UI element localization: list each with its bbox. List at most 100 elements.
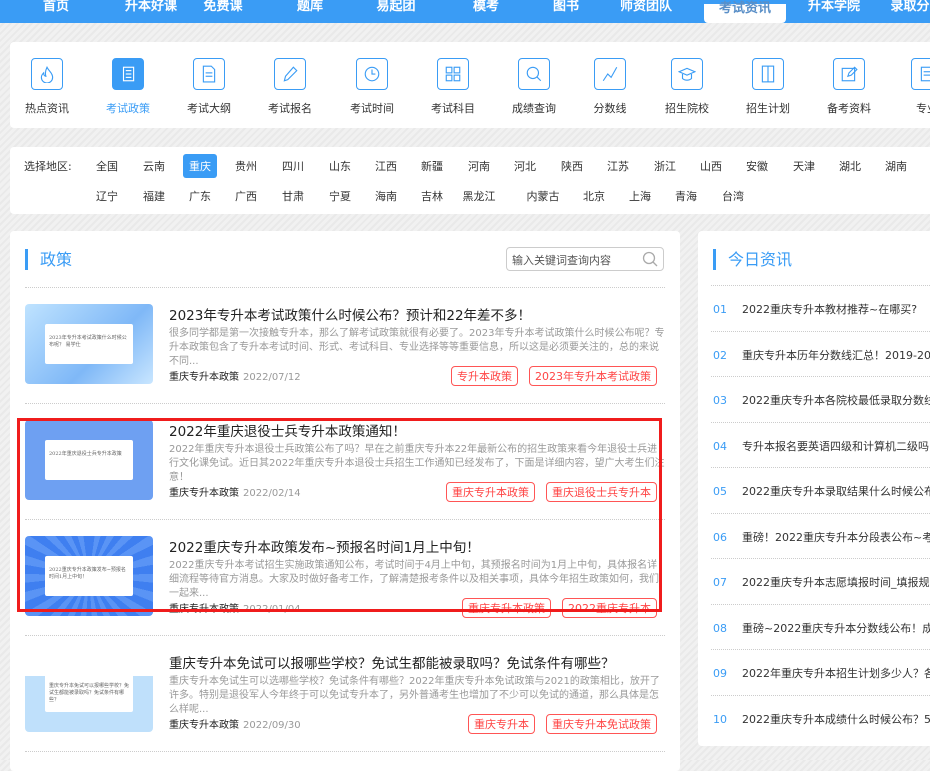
article-thumbnail[interactable]: 2022年重庆退役士兵专升本政策 [25,420,153,500]
article-item[interactable]: 2022年重庆退役士兵专升本政策 2022年重庆退役士兵专升本政策通知！ 2022年… [25,420,665,502]
tag-link[interactable]: 2023年专升本考试政策 [529,366,657,386]
region-option[interactable]: 湖北 [833,154,867,178]
region-option[interactable]: 内蒙古 [521,184,566,208]
region-option[interactable]: 贵州 [229,154,263,178]
region-option[interactable]: 广东 [183,184,217,208]
nav-item[interactable]: 题库 [297,0,323,23]
article-thumbnail[interactable]: 2023年专升本考试政策什么时候公布呢？ 易学仕 [25,304,153,384]
article-category[interactable]: 重庆专升本政策 [169,488,239,499]
region-option[interactable]: 天津 [787,154,821,178]
tag-link[interactable]: 重庆专升本 [468,714,535,734]
region-option[interactable]: 河北 [508,154,542,178]
news-item[interactable]: 02 重庆专升本历年分数线汇总！2019-20 [713,347,930,363]
category-clock[interactable]: 考试时间 [342,58,402,116]
nav-item[interactable]: 图书 [553,0,579,23]
region-option[interactable]: 辽宁 [90,184,124,208]
news-title[interactable]: 2022重庆专升本教材推荐~在哪买? [742,303,917,316]
region-option[interactable]: 江西 [369,154,403,178]
nav-item[interactable]: 模考 [473,0,499,23]
news-title[interactable]: 专升本报名要英语四级和计算机二级吗 [742,440,929,453]
article-item[interactable]: 重庆专升本免试可以报哪些学校？免试生都能被录取吗？免试条件有哪些？ 重庆专升本免试… [25,652,665,734]
news-title[interactable]: 2022年重庆专升本招生计划多少人？各 [742,667,930,680]
region-option[interactable]: 台湾 [716,184,750,208]
nav-item[interactable]: 首页 [43,0,69,23]
nav-item[interactable]: 升本好课 [125,0,177,23]
region-option[interactable]: 宁夏 [323,184,357,208]
region-option[interactable]: 上海 [623,184,657,208]
region-option[interactable]: 山西 [694,154,728,178]
region-option[interactable]: 新疆 [415,154,449,178]
region-option[interactable]: 甘肃 [276,184,310,208]
article-title[interactable]: 2023年专升本考试政策什么时候公布？预计和22年差不多！ [169,304,531,324]
region-option[interactable]: 山东 [323,154,357,178]
news-item[interactable]: 08 重磅~2022重庆专升本分数线公布！成 [713,620,930,636]
region-option[interactable]: 海南 [369,184,403,208]
news-item[interactable]: 05 2022重庆专升本录取结果什么时候公布 [713,483,930,499]
category-fire[interactable]: 热点资讯 [17,58,77,116]
search-icon[interactable] [642,251,658,267]
news-item[interactable]: 06 重磅！2022重庆专升本分段表公布~考 [713,529,930,545]
news-title[interactable]: 重磅！2022重庆专升本分段表公布~考 [742,531,930,544]
category-newspaper[interactable]: 考试政策 [98,58,158,116]
news-item[interactable]: 10 2022重庆专升本成绩什么时候公布？5 [713,711,930,727]
category-edit[interactable]: 备考资料 [819,58,879,116]
region-option[interactable]: 重庆 [183,154,217,178]
category-search[interactable]: 成绩查询 [504,58,564,116]
news-item[interactable]: 07 2022重庆专升本志愿填报时间_填报规 [713,574,930,590]
tag-link[interactable]: 专升本政策 [451,366,518,386]
region-option[interactable]: 广西 [229,184,263,208]
tag-link[interactable]: 重庆专升本免试政策 [546,714,657,734]
article-thumbnail[interactable]: 2022重庆专升本政策发布~预报名时间1月上中旬！ [25,536,153,616]
region-option[interactable]: 浙江 [648,154,682,178]
nav-item[interactable]: 易起团 [376,0,415,23]
news-item[interactable]: 04 专升本报名要英语四级和计算机二级吗 [713,438,930,454]
tag-link[interactable]: 重庆专升本政策 [446,482,535,502]
region-option[interactable]: 安徽 [740,154,774,178]
region-option[interactable]: 陕西 [555,154,589,178]
article-category[interactable]: 重庆专升本政策 [169,720,239,731]
news-title[interactable]: 2022重庆专升本录取结果什么时候公布 [742,485,930,498]
article-category[interactable]: 重庆专升本政策 [169,372,239,383]
region-option[interactable]: 黑龙江 [457,184,502,208]
nav-item[interactable]: 师资团队 [620,0,672,23]
region-option[interactable]: 云南 [137,154,171,178]
category-book[interactable]: 招生计划 [738,58,798,116]
nav-item[interactable]: 录取分 [890,0,929,23]
nav-item[interactable]: 考试资讯 [704,2,786,23]
search-input[interactable]: 输入关键词查询内容 [506,247,664,271]
nav-item[interactable]: 升本学院 [808,0,860,23]
article-thumbnail[interactable]: 重庆专升本免试可以报哪些学校？免试生都能被录取吗？免试条件有哪些？ [25,652,153,732]
news-title[interactable]: 重磅~2022重庆专升本分数线公布！成 [742,622,930,635]
article-title[interactable]: 2022重庆专升本政策发布~预报名时间1月上中旬！ [169,536,480,556]
article-category[interactable]: 重庆专升本政策 [169,604,239,615]
region-option[interactable]: 全国 [90,154,124,178]
region-option[interactable]: 湖南 [879,154,913,178]
category-document[interactable]: 考试大纲 [179,58,239,116]
news-title[interactable]: 2022重庆专升本志愿填报时间_填报规 [742,576,930,589]
region-option[interactable]: 吉林 [415,184,449,208]
region-option[interactable]: 河南 [462,154,496,178]
category-graduation-cap[interactable]: 招生院校 [657,58,717,116]
tag-link[interactable]: 2022重庆专升本 [562,598,657,618]
category-pencil[interactable]: 考试报名 [260,58,320,116]
region-option[interactable]: 福建 [137,184,171,208]
news-title[interactable]: 重庆专升本历年分数线汇总！2019-20 [742,349,930,362]
region-option[interactable]: 江苏 [601,154,635,178]
news-item[interactable]: 03 2022重庆专升本各院校最低录取分数线 [713,392,930,408]
news-title[interactable]: 2022重庆专升本成绩什么时候公布？5 [742,713,930,726]
news-title[interactable]: 2022重庆专升本各院校最低录取分数线 [742,394,930,407]
article-item[interactable]: 2022重庆专升本政策发布~预报名时间1月上中旬！ 2022重庆专升本政策发布~预… [25,536,665,618]
category-line-chart[interactable]: 分数线 [580,58,640,116]
category-grid[interactable]: 考试科目 [423,58,483,116]
article-item[interactable]: 2023年专升本考试政策什么时候公布呢？ 易学仕 2023年专升本考试政策什么时候… [25,304,665,386]
tag-link[interactable]: 重庆退役士兵专升本 [546,482,657,502]
category-list[interactable]: 专业 [897,58,930,116]
region-option[interactable]: 青海 [669,184,703,208]
tag-link[interactable]: 重庆专升本政策 [462,598,551,618]
article-title[interactable]: 重庆专升本免试可以报哪些学校？免试生都能被录取吗？免试条件有哪些？ [169,652,615,672]
news-item[interactable]: 01 2022重庆专升本教材推荐~在哪买? [713,301,930,317]
region-option[interactable]: 四川 [276,154,310,178]
news-item[interactable]: 09 2022年重庆专升本招生计划多少人？各 [713,665,930,681]
article-title[interactable]: 2022年重庆退役士兵专升本政策通知！ [169,420,406,440]
region-option[interactable]: 北京 [577,184,611,208]
